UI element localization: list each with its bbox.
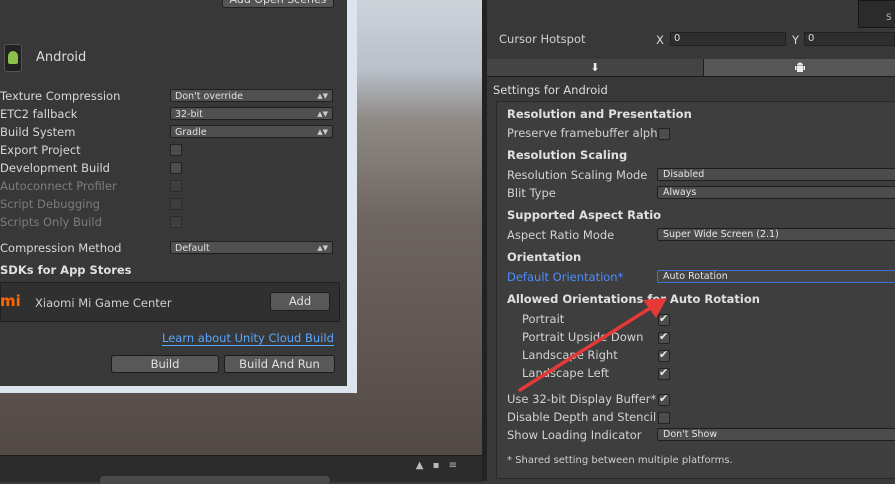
compression-method-dropdown[interactable]: Default ▲▼ [170, 241, 333, 254]
aspect-mode-dropdown[interactable]: Super Wide Screen (2.1) [657, 228, 895, 241]
texture-compression-row: Texture Compression Don't override ▲▼ [0, 87, 335, 105]
orientation-landscape-right-checkbox[interactable] [658, 348, 670, 362]
build-system-dropdown[interactable]: Gradle ▲▼ [170, 125, 333, 138]
row-label: Autoconnect Profiler [0, 179, 117, 193]
cursor-hotspot-label: Cursor Hotspot [499, 32, 586, 46]
blit-type-dropdown[interactable]: Always [657, 186, 895, 199]
add-open-scenes-button[interactable]: Add Open Scenes [222, 0, 334, 8]
dropdown-value: Default [175, 243, 210, 254]
tab-standalone[interactable]: ⬇ [487, 59, 704, 76]
etc2-fallback-dropdown[interactable]: 32-bit ▲▼ [170, 107, 333, 120]
row-label: Development Build [0, 161, 110, 175]
section-orientation: Orientation [507, 250, 582, 264]
y-label: Y [792, 33, 800, 47]
build-system-row: Build System Gradle ▲▼ [0, 123, 335, 141]
dropdown-arrow-icon: ▲▼ [317, 110, 328, 118]
dropdown-value: Don't override [175, 91, 243, 102]
aspect-mode-label: Aspect Ratio Mode [507, 228, 615, 242]
row-label: Compression Method [0, 241, 122, 255]
blit-type-label: Blit Type [507, 186, 556, 200]
section-scaling: Resolution Scaling [507, 148, 628, 162]
top-button[interactable]: S [858, 0, 895, 28]
display-buffer-checkbox[interactable] [658, 392, 670, 406]
disable-depth-checkbox[interactable] [658, 412, 670, 424]
top-button-label: S [886, 13, 892, 23]
disable-depth-label: Disable Depth and Stencil [507, 410, 657, 424]
row-label: Texture Compression [0, 89, 121, 103]
row-label: Export Project [0, 143, 81, 157]
default-orientation-label: Default Orientation* [507, 270, 624, 284]
hotspot-x-field[interactable]: 0 [670, 32, 786, 46]
add-sdk-button[interactable]: Add [270, 292, 330, 311]
dropdown-arrow-icon: ▲▼ [317, 244, 328, 252]
script-debugging-row: Script Debugging [0, 195, 335, 213]
orientation-landscape-left-checkbox[interactable] [658, 366, 670, 380]
compression-method-row: Compression Method Default ▲▼ [0, 239, 335, 257]
orientation-landscape-right-label: Landscape Right [522, 348, 618, 362]
script-debugging-checkbox [170, 198, 182, 210]
settings-for-title: Settings for Android [493, 83, 608, 97]
platform-title: Android [36, 50, 87, 65]
etc2-fallback-row: ETC2 fallback 32-bit ▲▼ [0, 105, 335, 123]
orientation-portrait-label: Portrait [522, 312, 565, 326]
cloud-build-link[interactable]: Learn about Unity Cloud Build [162, 331, 334, 346]
build-button[interactable]: Build [111, 355, 219, 373]
preserve-framebuffer-checkbox[interactable] [658, 128, 670, 140]
row-label: Scripts Only Build [0, 215, 102, 229]
section-aspect: Supported Aspect Ratio [507, 208, 662, 222]
development-build-checkbox[interactable] [170, 162, 182, 174]
scene-scrollbar[interactable] [100, 476, 330, 484]
android-icon [794, 62, 805, 72]
section-allowed-orientations: Allowed Orientations for Auto Rotation [507, 292, 760, 306]
scripts-only-build-row: Scripts Only Build [0, 213, 335, 231]
section-resolution: Resolution and Presentation [507, 107, 692, 121]
scripts-only-build-checkbox [170, 216, 182, 228]
display-buffer-label: Use 32-bit Display Buffer* [507, 392, 657, 406]
lock-icon[interactable]: ▲ ▪ ≡ [416, 460, 460, 471]
scaling-mode-dropdown[interactable]: Disabled [657, 168, 895, 181]
loading-indicator-label: Show Loading Indicator [507, 428, 642, 442]
sdk-name: Xiaomi Mi Game Center [35, 296, 172, 310]
orientation-portrait-checkbox[interactable] [658, 312, 670, 326]
autoconnect-profiler-checkbox [170, 180, 182, 192]
dropdown-arrow-icon: ▲▼ [317, 92, 328, 100]
scene-toolbar: ▲ ▪ ≡ [0, 455, 482, 484]
loading-indicator-dropdown[interactable]: Don't Show [657, 428, 895, 441]
row-label: Build System [0, 125, 76, 139]
download-icon: ⬇ [590, 61, 600, 74]
row-label: ETC2 fallback [0, 107, 78, 121]
dropdown-value: 32-bit [175, 109, 203, 120]
default-orientation-dropdown[interactable]: Auto Rotation [657, 270, 895, 283]
build-and-run-button[interactable]: Build And Run [224, 355, 335, 373]
android-icon [4, 44, 22, 72]
texture-compression-dropdown[interactable]: Don't override ▲▼ [170, 89, 333, 102]
x-label: X [656, 33, 664, 47]
export-project-row: Export Project [0, 141, 335, 159]
xiaomi-logo-icon: mi [0, 292, 21, 310]
dropdown-value: Gradle [175, 127, 207, 138]
row-label: Script Debugging [0, 197, 100, 211]
export-project-checkbox[interactable] [170, 144, 182, 156]
dropdown-arrow-icon: ▲▼ [317, 128, 328, 136]
shared-setting-note: * Shared setting between multiple platfo… [507, 455, 733, 466]
hotspot-y-field[interactable]: 0 [804, 32, 895, 46]
orientation-portrait-upside-down-checkbox[interactable] [658, 330, 670, 344]
orientation-landscape-left-label: Landscape Left [522, 366, 610, 380]
scaling-mode-label: Resolution Scaling Mode [507, 168, 648, 182]
sdk-heading: SDKs for App Stores [0, 263, 132, 277]
development-build-row: Development Build [0, 159, 335, 177]
autoconnect-profiler-row: Autoconnect Profiler [0, 177, 335, 195]
preserve-framebuffer-label: Preserve framebuffer alph [507, 126, 658, 140]
tab-android[interactable] [704, 59, 895, 76]
orientation-portrait-upside-down-label: Portrait Upside Down [522, 330, 644, 344]
